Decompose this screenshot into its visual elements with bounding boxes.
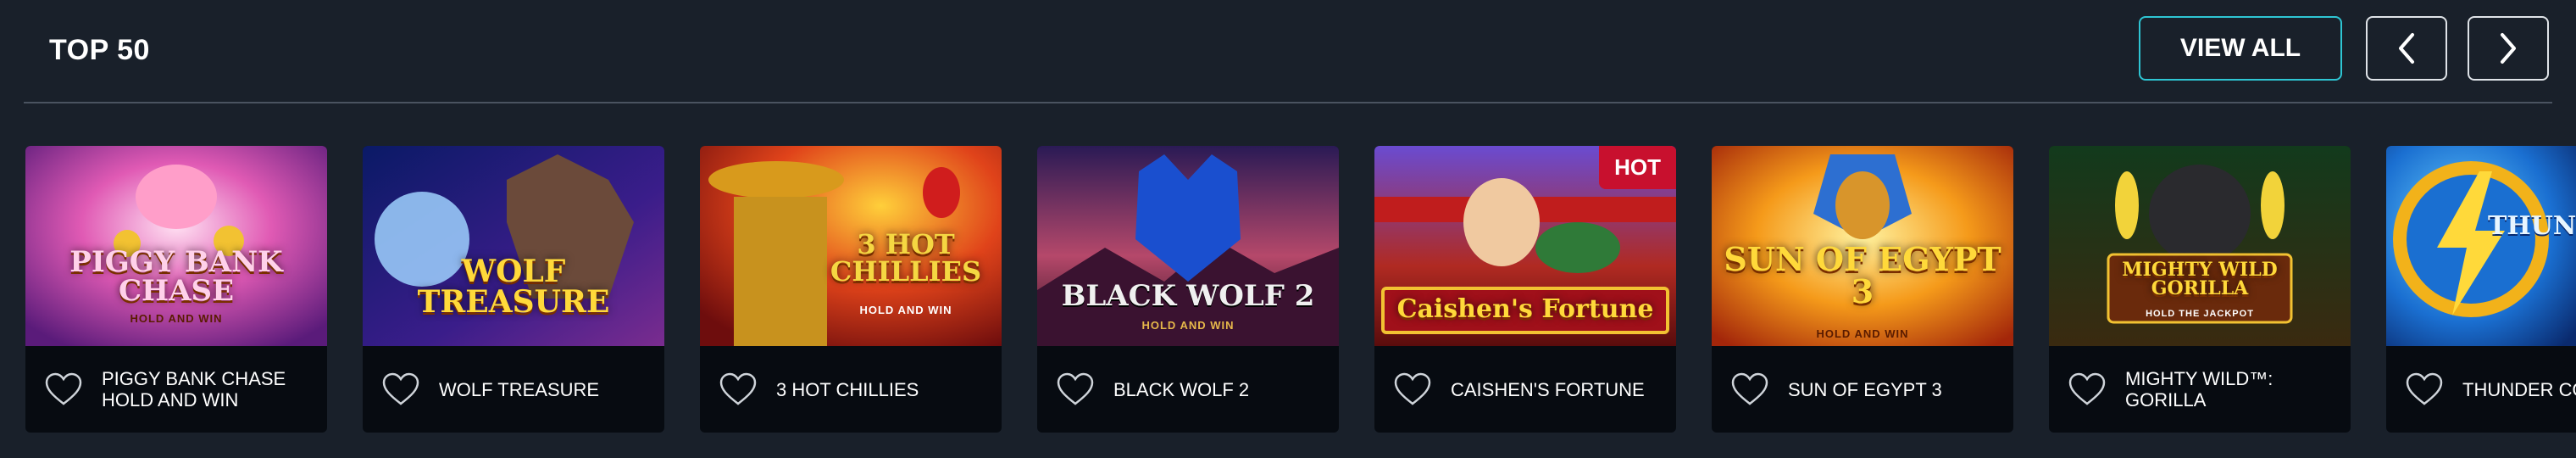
game-card[interactable]: THUNDER COINS THUNDER COINS HOLD AND WIN <box>2386 146 2576 433</box>
game-card[interactable]: SUN OF EGYPT 3 HOLD AND WIN SUN OF EGYPT… <box>1712 146 2013 433</box>
thumb-title: Caishen's Fortune <box>1396 294 1654 324</box>
heart-icon[interactable] <box>1056 372 1095 406</box>
game-card[interactable]: PIGGY BANK CHASE HOLD AND WIN PIGGY BANK… <box>25 146 327 433</box>
game-thumbnail[interactable]: MIGHTY WILD GORILLA HOLD THE JACKPOT <box>2049 146 2351 346</box>
heart-icon[interactable] <box>381 372 420 406</box>
section-divider <box>24 102 2552 103</box>
next-button[interactable] <box>2468 16 2549 81</box>
game-thumbnail[interactable]: PIGGY BANK CHASE HOLD AND WIN <box>25 146 327 346</box>
card-info: 3 HOT CHILLIES <box>700 346 1002 433</box>
game-name[interactable]: BLACK WOLF 2 <box>1113 379 1249 400</box>
thumb-title: SUN OF EGYPT 3 <box>1724 240 2001 310</box>
prev-button[interactable] <box>2366 16 2447 81</box>
section-title: TOP 50 <box>49 34 150 66</box>
game-name[interactable]: SUN OF EGYPT 3 <box>1788 379 1942 400</box>
card-info: CAISHEN'S FORTUNE <box>1374 346 1676 433</box>
thumb-subtitle: HOLD AND WIN <box>1141 319 1235 332</box>
game-thumbnail[interactable]: SUN OF EGYPT 3 HOLD AND WIN <box>1712 146 2013 346</box>
thumb-subtitle: HOLD AND WIN <box>130 312 223 325</box>
game-thumbnail[interactable]: Caishen's Fortune HOT <box>1374 146 1676 346</box>
game-card[interactable]: BLACK WOLF 2 HOLD AND WIN BLACK WOLF 2 <box>1037 146 1339 433</box>
thumb-title: THUNDER COINS <box>2488 211 2576 241</box>
thumb-title: BLACK WOLF 2 <box>1061 279 1315 313</box>
card-info: MIGHTY WILD™: GORILLA <box>2049 346 2351 433</box>
game-card[interactable]: MIGHTY WILD GORILLA HOLD THE JACKPOT MIG… <box>2049 146 2351 433</box>
heart-icon[interactable] <box>44 372 83 406</box>
heart-icon[interactable] <box>1393 372 1432 406</box>
thumb-title: 3 HOT CHILLIES <box>830 228 982 288</box>
game-thumbnail[interactable]: THUNDER COINS <box>2386 146 2576 346</box>
view-all-button[interactable]: VIEW ALL <box>2139 16 2342 81</box>
thumb-title: PIGGY BANK CHASE <box>69 245 283 308</box>
thumb-title: WOLF TREASURE <box>417 254 610 320</box>
card-info: BLACK WOLF 2 <box>1037 346 1339 433</box>
game-thumbnail[interactable]: BLACK WOLF 2 HOLD AND WIN <box>1037 146 1339 346</box>
game-thumbnail[interactable]: WOLF TREASURE <box>363 146 664 346</box>
game-name[interactable]: CAISHEN'S FORTUNE <box>1451 379 1645 400</box>
game-thumbnail[interactable]: 3 HOT CHILLIES HOLD AND WIN <box>700 146 1002 346</box>
thumb-subtitle: HOLD AND WIN <box>1816 327 1909 340</box>
game-card[interactable]: WOLF TREASURE WOLF TREASURE <box>363 146 664 433</box>
card-info: SUN OF EGYPT 3 <box>1712 346 2013 433</box>
chevron-right-icon <box>2501 33 2516 64</box>
card-info: WOLF TREASURE <box>363 346 664 433</box>
heart-icon[interactable] <box>2405 372 2444 406</box>
thumb-subtitle: HOLD AND WIN <box>859 304 952 316</box>
game-name[interactable]: MIGHTY WILD™: GORILLA <box>2125 368 2351 411</box>
heart-icon[interactable] <box>1730 372 1769 406</box>
card-info: PIGGY BANK CHASE HOLD AND WIN <box>25 346 327 433</box>
game-card[interactable]: Caishen's Fortune HOT CAISHEN'S FORTUNE <box>1374 146 1676 433</box>
game-name[interactable]: 3 HOT CHILLIES <box>776 379 919 400</box>
thumb-subtitle: HOLD THE JACKPOT <box>2146 309 2254 319</box>
game-name[interactable]: THUNDER COINS HOLD AND WIN <box>2462 379 2576 400</box>
card-info: THUNDER COINS HOLD AND WIN <box>2386 346 2576 433</box>
hot-badge: HOT <box>1599 146 1676 189</box>
chevron-left-icon <box>2399 33 2414 64</box>
thumb-title: MIGHTY WILD GORILLA <box>2122 259 2278 299</box>
game-card[interactable]: 3 HOT CHILLIES HOLD AND WIN 3 HOT CHILLI… <box>700 146 1002 433</box>
heart-icon[interactable] <box>2068 372 2107 406</box>
game-name[interactable]: PIGGY BANK CHASE HOLD AND WIN <box>102 368 327 411</box>
heart-icon[interactable] <box>719 372 758 406</box>
game-name[interactable]: WOLF TREASURE <box>439 379 599 400</box>
